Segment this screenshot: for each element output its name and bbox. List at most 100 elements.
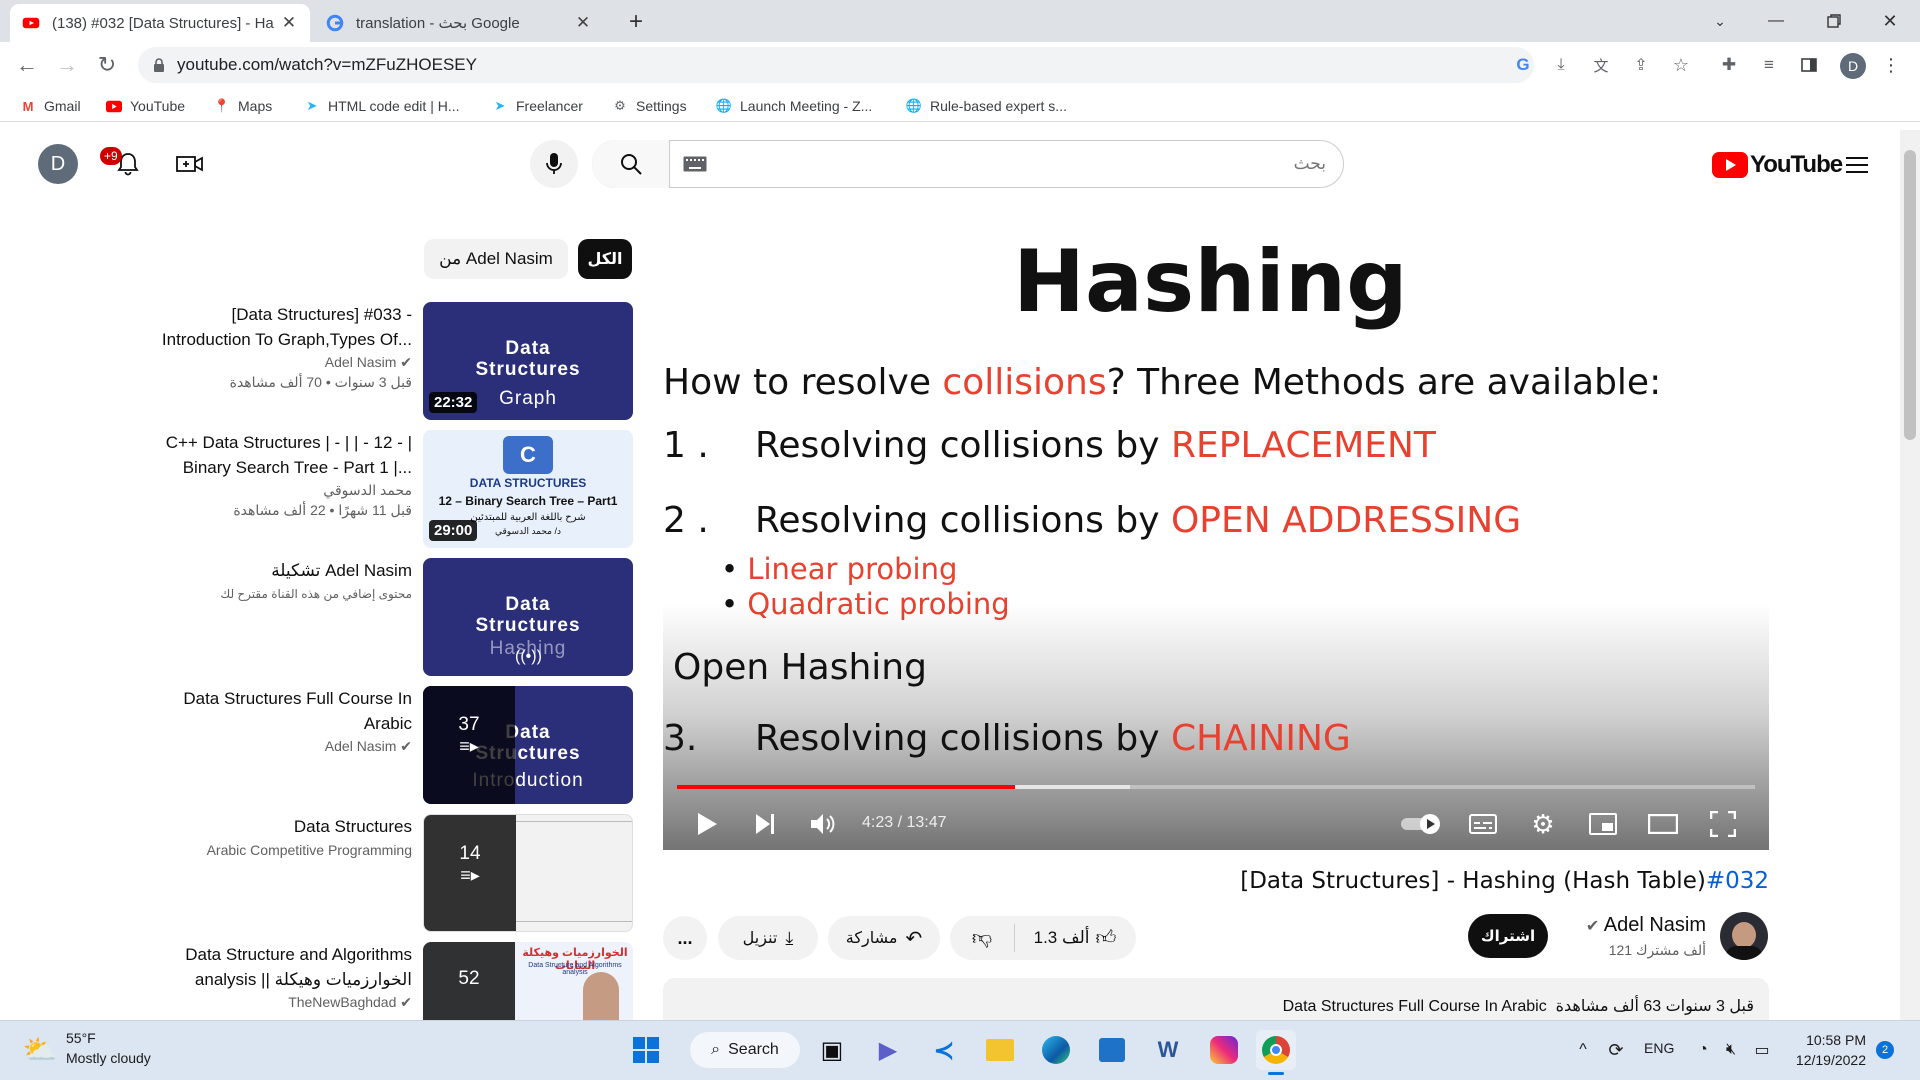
list-item[interactable]: [Data Structures] #033 - Introduction To… (160, 302, 412, 392)
file-explorer-icon[interactable] (980, 1030, 1020, 1070)
description-playlist[interactable]: Data Structures Full Course In Arabic (1283, 998, 1547, 1015)
chip-from-channel[interactable]: من Adel Nasim (424, 239, 568, 279)
clock-time[interactable]: 10:58 PM (1786, 1032, 1866, 1048)
weather-desc[interactable]: Mostly cloudy (66, 1050, 151, 1066)
playlist-thumbnail[interactable]: Data Structures Introduction 37 ≡▸ (423, 686, 633, 804)
video-thumbnail[interactable]: Data Structures Graph 22:32 (423, 302, 633, 420)
chrome-menu-icon[interactable]: ⋮ (1880, 54, 1902, 76)
edge-icon[interactable] (1036, 1030, 1076, 1070)
taskbar-search[interactable]: ⌕ Search (690, 1032, 800, 1068)
chip-all[interactable]: الكل (578, 239, 632, 279)
bookmark-rule-based[interactable]: 🌐 Rule-based expert s... (906, 95, 1067, 117)
sync-icon[interactable]: ⟳ (1604, 1038, 1628, 1062)
task-view-icon[interactable]: ▣ (812, 1030, 852, 1070)
tab-close-icon[interactable]: ✕ (280, 13, 298, 33)
new-tab-icon[interactable]: + (622, 8, 650, 36)
video-title[interactable]: [Data Structures] #033 - Introduction To… (160, 302, 412, 352)
side-panel-icon[interactable] (1798, 54, 1820, 76)
list-item[interactable]: Data Structures Arabic Competitive Progr… (160, 814, 412, 860)
channel-name[interactable]: Arabic Competitive Programming (160, 840, 412, 860)
next-button[interactable] (745, 804, 785, 844)
close-window-icon[interactable]: ✕ (1874, 8, 1906, 34)
dislike-button[interactable]: 👎︎ (950, 916, 1014, 960)
keyboard-icon[interactable] (682, 154, 708, 174)
minimize-icon[interactable]: — (1760, 8, 1792, 34)
share-page-icon[interactable]: ⇪ (1630, 54, 1652, 76)
video-thumbnail[interactable]: Data Structures Hashing ((•)) (423, 558, 633, 676)
create-video-icon[interactable] (174, 148, 206, 180)
teams-chat-icon[interactable]: ▶ (868, 1030, 908, 1070)
tab-search-chevron-icon[interactable]: ⌄ (1706, 8, 1734, 34)
video-title[interactable]: تشكيلة Adel Nasim (160, 558, 412, 584)
restore-icon[interactable] (1818, 8, 1850, 34)
clock-date[interactable]: 12/19/2022 (1786, 1052, 1866, 1068)
tab-youtube[interactable]: (138) #032 [Data Structures] - Ha ✕ (10, 4, 310, 42)
youtube-account-avatar[interactable]: D (38, 144, 78, 184)
google-lens-icon[interactable]: G (1512, 54, 1534, 76)
video-title[interactable]: C++ Data Structures | - | | - 12 - | Bin… (160, 430, 412, 480)
scrollbar-thumb[interactable] (1904, 150, 1916, 440)
instagram-icon[interactable] (1204, 1030, 1244, 1070)
playlist-title[interactable]: Data Structures (160, 814, 412, 840)
playlist-title[interactable]: Data Structure and Algorithms analysis |… (160, 942, 412, 992)
channel-name[interactable]: Adel Nasim (1604, 914, 1706, 936)
subscribe-button[interactable]: اشتراك (1468, 914, 1548, 958)
bookmark-html-editor[interactable]: ➤ HTML code edit | H... (304, 95, 460, 117)
bookmark-freelancer[interactable]: ➤ Freelancer (492, 95, 583, 117)
install-app-icon[interactable]: ⤓ (1550, 54, 1572, 76)
voice-search-mic-icon[interactable] (530, 140, 578, 188)
reload-icon[interactable]: ↻ (92, 50, 122, 80)
tray-chevron-icon[interactable]: ^ (1572, 1038, 1594, 1062)
share-button[interactable]: مشاركة ↶ (828, 916, 940, 960)
battery-icon[interactable]: ▭ (1750, 1038, 1774, 1062)
chrome-taskbar-icon[interactable] (1256, 1030, 1296, 1070)
extensions-puzzle-icon[interactable]: ✚ (1718, 54, 1740, 76)
subtitles-button[interactable] (1463, 804, 1503, 844)
progress-bar[interactable] (677, 785, 1755, 789)
list-item[interactable]: C++ Data Structures | - | | - 12 - | Bin… (160, 430, 412, 520)
translate-icon[interactable]: 文 (1590, 54, 1612, 76)
mute-button[interactable] (803, 804, 843, 844)
playlist-title[interactable]: Data Structures Full Course In Arabic (160, 686, 412, 736)
search-input[interactable] (716, 148, 1326, 180)
search-button[interactable] (592, 140, 670, 188)
video-hashtag-link[interactable]: #032 (1706, 868, 1769, 894)
video-player[interactable]: Hashing How to resolve collisions? Three… (663, 232, 1769, 850)
windows-start-icon[interactable] (626, 1030, 666, 1070)
url-text[interactable]: youtube.com/watch?v=mZFuZHOESEY (177, 55, 477, 77)
notification-center-badge[interactable]: 2 (1876, 1041, 1894, 1059)
download-button[interactable]: تنزيل ⤓ (718, 916, 818, 960)
back-icon[interactable]: ← (12, 50, 42, 80)
fullscreen-button[interactable] (1703, 804, 1743, 844)
autoplay-toggle[interactable] (1397, 804, 1445, 844)
miniplayer-button[interactable] (1583, 804, 1623, 844)
profile-avatar[interactable]: D (1840, 53, 1866, 79)
weather-temp[interactable]: 55°F (66, 1030, 96, 1046)
wifi-icon[interactable]: ◔ (1692, 1038, 1714, 1062)
speaker-muted-icon[interactable]: 🔇︎ (1720, 1038, 1742, 1062)
vscode-icon[interactable]: ≺ (924, 1030, 964, 1070)
microsoft-store-icon[interactable] (1092, 1030, 1132, 1070)
youtube-logo[interactable]: YouTube (1712, 150, 1843, 180)
guide-menu-icon[interactable] (1842, 150, 1872, 180)
list-item[interactable]: تشكيلة Adel Nasim محتوى إضافي من هذه الق… (160, 558, 412, 604)
play-button[interactable] (687, 804, 727, 844)
theater-mode-button[interactable] (1643, 804, 1683, 844)
playlist-thumbnail[interactable]: 14 ≡▸ (423, 814, 633, 932)
channel-name[interactable]: Adel Nasim ✔ (160, 736, 412, 756)
bookmark-maps[interactable]: 📍 Maps (214, 95, 272, 117)
page-scrollbar[interactable] (1900, 130, 1920, 1020)
channel-avatar[interactable] (1720, 912, 1768, 960)
bookmark-star-icon[interactable]: ☆ (1670, 54, 1692, 76)
bookmark-youtube[interactable]: YouTube (106, 95, 185, 117)
lock-icon[interactable] (150, 55, 168, 75)
list-item[interactable]: Data Structures Full Course In Arabic Ad… (160, 686, 412, 756)
channel-name[interactable]: Adel Nasim ✔ (160, 352, 412, 372)
video-thumbnail[interactable]: C DATA STRUCTURES 12 – Binary Search Tre… (423, 430, 633, 548)
bookmark-gmail[interactable]: M Gmail (20, 95, 81, 117)
more-actions-button[interactable]: ... (663, 916, 707, 960)
list-item[interactable]: Data Structure and Algorithms analysis |… (160, 942, 412, 1012)
bookmark-launch-meeting[interactable]: 🌐 Launch Meeting - Z... (716, 95, 872, 117)
word-icon[interactable]: W (1148, 1030, 1188, 1070)
forward-icon[interactable]: → (52, 50, 82, 80)
